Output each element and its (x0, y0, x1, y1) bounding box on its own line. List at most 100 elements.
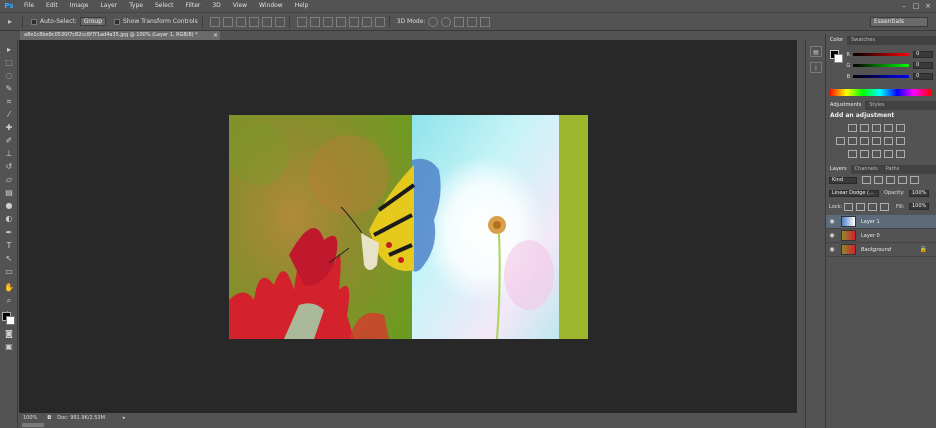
horizontal-scrollbar[interactable] (20, 422, 797, 428)
type-tool-icon[interactable]: T (3, 240, 15, 251)
exposure-icon[interactable] (884, 124, 893, 132)
tab-channels[interactable]: Channels (851, 165, 882, 174)
close-document-icon[interactable]: × (213, 31, 218, 40)
document-tab[interactable]: a8e1c8be9c0530f7c82cc8f7f1ad4a35.jpg @ 1… (20, 31, 220, 40)
eyedropper-tool-icon[interactable]: ⁄ (3, 109, 15, 120)
distribute-top-icon[interactable] (296, 16, 307, 27)
visibility-eye-icon[interactable]: ◉ (826, 218, 838, 225)
minimize-button[interactable]: – (898, 1, 910, 11)
tab-layers[interactable]: Layers (826, 165, 851, 174)
menu-image[interactable]: Image (64, 0, 95, 12)
green-value[interactable]: 0 (913, 62, 933, 69)
blend-mode-dropdown[interactable]: Linear Dodge (... (829, 190, 879, 197)
vertical-scrollbar[interactable] (797, 40, 804, 428)
eraser-tool-icon[interactable]: ▱ (3, 174, 15, 185)
auto-select-checkbox[interactable] (31, 18, 37, 25)
photo-filter-icon[interactable] (872, 137, 881, 145)
lock-image-icon[interactable] (856, 203, 865, 211)
menu-select[interactable]: Select (149, 0, 180, 12)
info-panel-icon[interactable]: i (810, 62, 822, 73)
color-balance-icon[interactable] (848, 137, 857, 145)
status-menu-arrow-icon[interactable]: ▸ (123, 415, 126, 421)
menu-view[interactable]: View (227, 0, 253, 12)
layer-filter-kind[interactable]: Kind (829, 177, 857, 184)
zoom-tool-icon[interactable]: ⌕ (3, 295, 15, 306)
history-brush-tool-icon[interactable]: ↺ (3, 161, 15, 172)
visibility-eye-icon[interactable]: ◉ (826, 232, 838, 239)
tab-paths[interactable]: Paths (882, 165, 904, 174)
align-right-icon[interactable] (274, 16, 285, 27)
3d-slide-icon[interactable] (467, 16, 478, 27)
color-spectrum[interactable] (829, 89, 931, 96)
menu-file[interactable]: File (18, 0, 40, 12)
distribute-vcenter-icon[interactable] (309, 16, 320, 27)
horizontal-scroll-thumb[interactable] (22, 423, 44, 427)
filter-adjustment-icon[interactable] (874, 176, 883, 184)
path-select-tool-icon[interactable]: ↖ (3, 253, 15, 264)
menu-window[interactable]: Window (253, 0, 289, 12)
black-white-icon[interactable] (860, 137, 869, 145)
distribute-right-icon[interactable] (361, 16, 372, 27)
red-slider[interactable] (852, 53, 910, 56)
filter-shape-icon[interactable] (898, 176, 907, 184)
distribute-left-icon[interactable] (335, 16, 346, 27)
status-icon[interactable]: ◘ (47, 415, 51, 421)
layer-row-background[interactable]: ◉ Background 🔒 (826, 243, 936, 257)
curves-icon[interactable] (872, 124, 881, 132)
tab-styles[interactable]: Styles (865, 101, 888, 110)
brightness-contrast-icon[interactable] (848, 124, 857, 132)
layer-row-layer-1[interactable]: ◉ Layer 1 (826, 215, 936, 229)
menu-edit[interactable]: Edit (40, 0, 64, 12)
lock-all-icon[interactable] (880, 203, 889, 211)
move-tool-preset-icon[interactable]: ▸ (8, 17, 18, 27)
fill-input[interactable]: 100% (909, 203, 929, 210)
history-panel-icon[interactable]: ▤ (810, 46, 822, 57)
3d-scale-icon[interactable] (480, 16, 491, 27)
close-window-button[interactable]: × (922, 1, 934, 11)
green-slider[interactable] (852, 64, 910, 67)
selective-color-icon[interactable] (884, 150, 893, 158)
quick-mask-icon[interactable]: ◙ (3, 328, 15, 339)
3d-rotate-icon[interactable] (428, 16, 439, 27)
clone-stamp-tool-icon[interactable]: ⊥ (3, 148, 15, 159)
menu-filter[interactable]: Filter (180, 0, 207, 12)
lasso-tool-icon[interactable]: ◌ (3, 70, 15, 81)
3d-roll-icon[interactable] (441, 16, 452, 27)
hue-saturation-icon[interactable] (836, 137, 845, 145)
canvas-area[interactable] (19, 40, 797, 413)
align-vcenter-icon[interactable] (222, 16, 233, 27)
invert-icon[interactable] (848, 150, 857, 158)
gradient-map-icon[interactable] (896, 150, 905, 158)
background-color-swatch[interactable] (6, 316, 15, 325)
screen-mode-icon[interactable]: ▣ (3, 341, 15, 352)
levels-icon[interactable] (860, 124, 869, 132)
filter-smart-object-icon[interactable] (910, 176, 919, 184)
opacity-input[interactable]: 100% (909, 190, 929, 197)
menu-help[interactable]: Help (289, 0, 315, 12)
vibrance-icon[interactable] (896, 124, 905, 132)
tab-swatches[interactable]: Swatches (847, 36, 879, 45)
dodge-tool-icon[interactable]: ◐ (3, 213, 15, 224)
auto-select-dropdown[interactable]: Group (79, 17, 107, 26)
pen-tool-icon[interactable]: ✒ (3, 227, 15, 238)
menu-type[interactable]: Type (123, 0, 149, 12)
lock-position-icon[interactable] (868, 203, 877, 211)
blue-value[interactable]: 0 (913, 73, 933, 80)
rectangle-tool-icon[interactable]: ▭ (3, 266, 15, 277)
healing-brush-tool-icon[interactable]: ✚ (3, 122, 15, 133)
lock-transparent-icon[interactable] (844, 203, 853, 211)
zoom-level[interactable]: 100% (23, 415, 37, 421)
align-left-icon[interactable] (248, 16, 259, 27)
crop-tool-icon[interactable]: ⌗ (3, 96, 15, 107)
gradient-tool-icon[interactable]: ▤ (3, 187, 15, 198)
red-value[interactable]: 0 (913, 51, 933, 58)
show-transform-checkbox[interactable] (114, 18, 121, 25)
posterize-icon[interactable] (860, 150, 869, 158)
menu-3d[interactable]: 3D (206, 0, 226, 12)
align-hcenter-icon[interactable] (261, 16, 272, 27)
threshold-icon[interactable] (872, 150, 881, 158)
layer-row-layer-0[interactable]: ◉ Layer 0 (826, 229, 936, 243)
blue-slider[interactable] (852, 75, 910, 78)
distribute-hcenter-icon[interactable] (348, 16, 359, 27)
tab-adjustments[interactable]: Adjustments (826, 101, 866, 110)
